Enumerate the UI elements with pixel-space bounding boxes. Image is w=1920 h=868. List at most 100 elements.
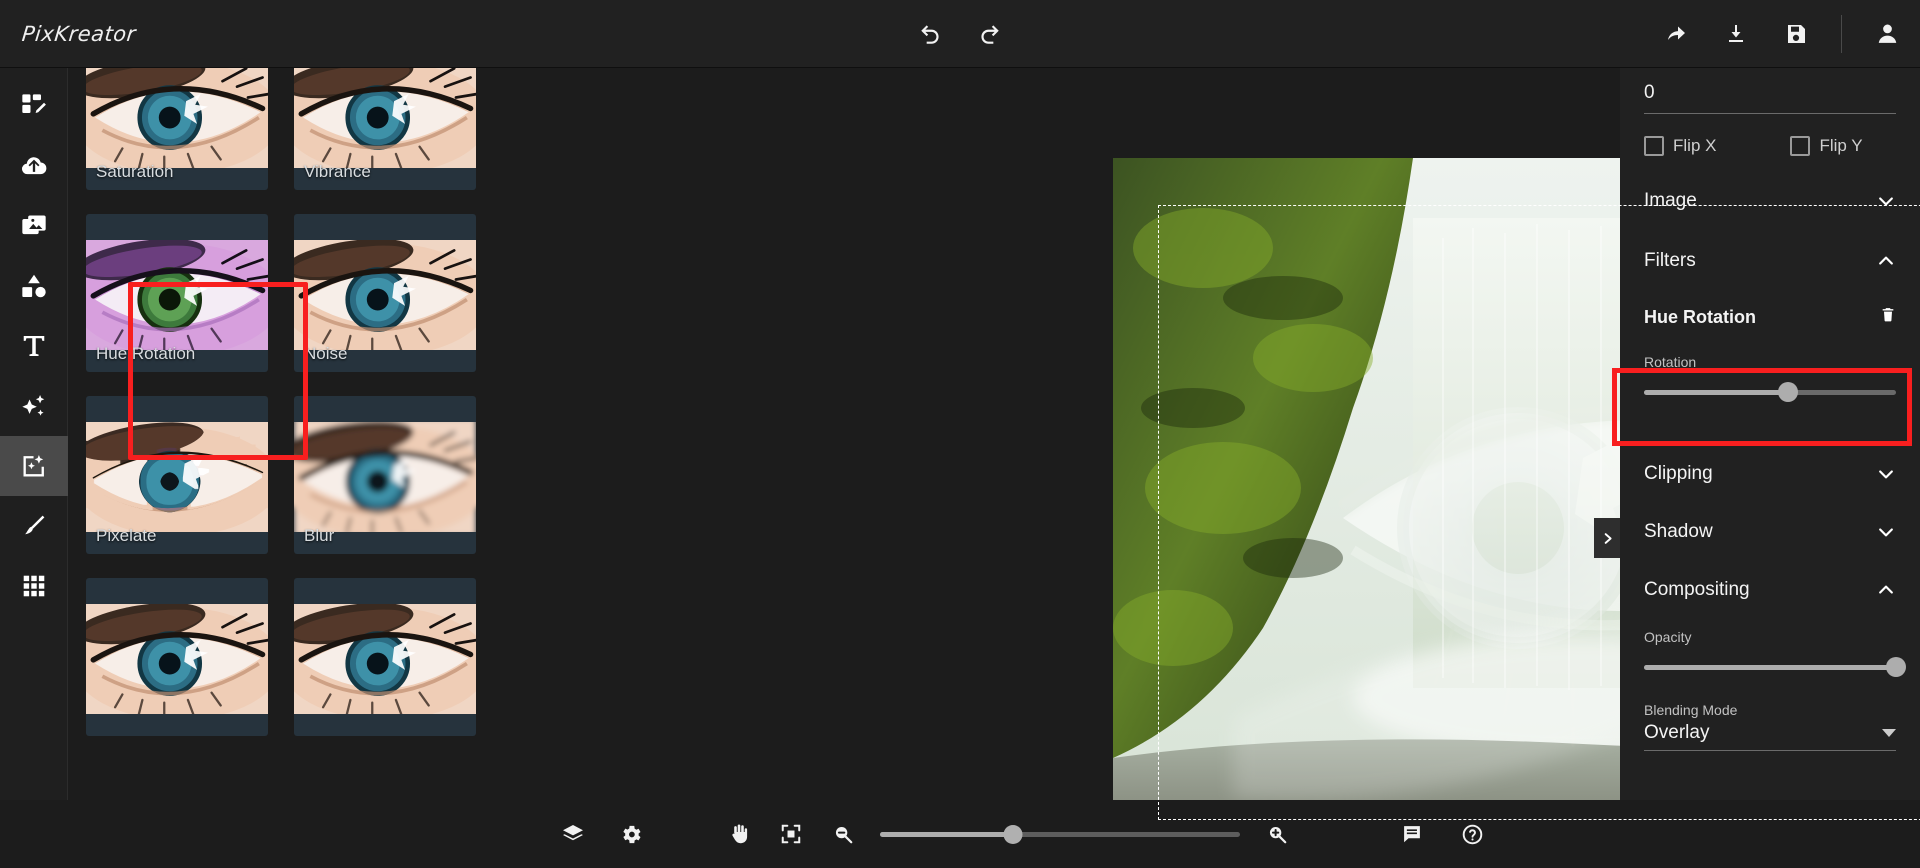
- rail-item-more[interactable]: [0, 556, 68, 616]
- chevron-down-icon: [1876, 522, 1896, 542]
- filter-card-vibrance[interactable]: Vibrance: [294, 68, 476, 190]
- slider-fill: [1644, 664, 1896, 670]
- blending-mode-label: Blending Mode: [1644, 702, 1738, 718]
- gear-icon[interactable]: [616, 819, 646, 849]
- blending-mode-value: Overlay: [1644, 722, 1710, 743]
- section-filters-label: Filters: [1644, 250, 1696, 271]
- canvas-area[interactable]: [516, 68, 1920, 868]
- filter-card-blur[interactable]: Blur: [294, 396, 476, 554]
- trash-icon[interactable]: [1880, 306, 1896, 328]
- checkbox-box: [1790, 136, 1811, 156]
- rail-item-text[interactable]: [0, 316, 68, 376]
- filter-thumbnail: [86, 604, 268, 714]
- workspace: Saturation Vibrance Hue Rotation Noise P…: [0, 68, 1920, 868]
- flip-controls: Flip X Flip Y: [1644, 136, 1896, 156]
- slider-thumb[interactable]: [1777, 382, 1798, 402]
- checkbox-box: [1644, 136, 1664, 156]
- filter-card-hue-rotation[interactable]: Hue Rotation: [86, 214, 268, 372]
- flip-y-checkbox[interactable]: Flip Y: [1790, 136, 1863, 156]
- section-image[interactable]: Image: [1644, 190, 1896, 212]
- opacity-slider[interactable]: [1644, 654, 1906, 680]
- bottom-toolbar: [0, 800, 1920, 868]
- help-icon[interactable]: [1457, 819, 1487, 849]
- filter-card-7[interactable]: [86, 578, 268, 736]
- filter-card-label: Vibrance: [304, 162, 371, 181]
- blending-mode-control: Blending Mode Overlay: [1644, 702, 1896, 751]
- redo-button[interactable]: [974, 19, 1004, 49]
- zoom-in-icon[interactable]: [1262, 819, 1292, 849]
- layers-icon[interactable]: [558, 819, 588, 849]
- chevron-right-icon[interactable]: [1594, 518, 1620, 558]
- filter-thumbnail: [294, 604, 476, 714]
- section-compositing-label: Compositing: [1644, 579, 1750, 600]
- filter-card-label: Hue Rotation: [96, 344, 196, 363]
- comment-icon[interactable]: [1397, 819, 1427, 849]
- download-button[interactable]: [1721, 19, 1751, 49]
- opacity-control: Opacity: [1644, 629, 1906, 680]
- undo-button[interactable]: [916, 19, 946, 49]
- rotation-label: Rotation: [1644, 354, 1697, 370]
- chevron-up-icon: [1876, 251, 1896, 271]
- blending-mode-select[interactable]: Overlay: [1644, 722, 1896, 751]
- rail-item-templates[interactable]: [0, 76, 68, 136]
- properties-panel: 0 Flip X Flip Y Image Filters Hue Rotati…: [1620, 68, 1920, 800]
- slider-thumb[interactable]: [1003, 824, 1023, 844]
- filter-card-saturation[interactable]: Saturation: [86, 68, 268, 190]
- flip-y-label: Flip Y: [1819, 136, 1863, 155]
- filter-card-label: Pixelate: [96, 526, 157, 545]
- header-divider: [1841, 14, 1842, 53]
- rail-item-effects[interactable]: [0, 376, 68, 436]
- rotation-slider[interactable]: [1644, 379, 1896, 405]
- header-actions: [1661, 0, 1902, 67]
- filter-card-noise[interactable]: Noise: [294, 214, 476, 372]
- filter-thumbnail: [86, 422, 268, 532]
- account-button[interactable]: [1872, 19, 1902, 49]
- save-button[interactable]: [1781, 19, 1811, 49]
- filter-card-label: Saturation: [96, 162, 174, 181]
- slider-fill: [880, 831, 1014, 837]
- rotation-value-field[interactable]: 0: [1644, 82, 1896, 114]
- hand-icon[interactable]: [724, 819, 754, 849]
- filter-card-label: Blur: [304, 526, 335, 545]
- zoom-slider[interactable]: [880, 822, 1240, 846]
- filter-card-label: Noise: [304, 344, 348, 363]
- chevron-down-icon: [1876, 191, 1896, 211]
- bottom-right-group: [1397, 819, 1487, 849]
- flip-x-checkbox[interactable]: Flip X: [1644, 136, 1716, 156]
- chevron-down-icon: [1876, 464, 1896, 484]
- section-image-label: Image: [1644, 190, 1697, 211]
- filter-thumbnail: [294, 422, 476, 532]
- rail-item-uploads[interactable]: [0, 136, 68, 196]
- filter-card-8[interactable]: [294, 578, 476, 736]
- active-filter-name: Hue Rotation: [1644, 306, 1756, 327]
- rail-item-photo-effects[interactable]: [0, 436, 68, 496]
- app-header: PixKreator: [0, 0, 1920, 68]
- rail-item-elements[interactable]: [0, 256, 68, 316]
- share-button[interactable]: [1661, 19, 1691, 49]
- bottom-left-group: [558, 819, 646, 849]
- section-compositing[interactable]: Compositing: [1644, 579, 1896, 601]
- slider-fill: [1644, 389, 1788, 395]
- slider-thumb[interactable]: [1886, 657, 1906, 677]
- tool-rail: [0, 68, 68, 800]
- caret-down-icon: [1882, 729, 1896, 737]
- section-clipping-label: Clipping: [1644, 463, 1713, 484]
- section-filters[interactable]: Filters: [1644, 250, 1896, 272]
- filter-thumbnail: [294, 68, 476, 168]
- rail-item-photos[interactable]: [0, 196, 68, 256]
- section-shadow[interactable]: Shadow: [1644, 521, 1896, 543]
- zoom-out-icon[interactable]: [828, 819, 858, 849]
- section-clipping[interactable]: Clipping: [1644, 463, 1896, 485]
- opacity-label: Opacity: [1644, 629, 1692, 645]
- header-history-controls: [916, 0, 1004, 67]
- app-logo: PixKreator: [20, 21, 138, 46]
- rail-item-draw[interactable]: [0, 496, 68, 556]
- filter-card-pixelate[interactable]: Pixelate: [86, 396, 268, 554]
- flip-x-label: Flip X: [1673, 136, 1717, 155]
- chevron-up-icon: [1876, 580, 1896, 600]
- section-shadow-label: Shadow: [1644, 521, 1713, 542]
- bottom-zoom-group: [724, 819, 1292, 849]
- fit-screen-icon[interactable]: [776, 819, 806, 849]
- filter-gallery[interactable]: Saturation Vibrance Hue Rotation Noise P…: [68, 68, 516, 800]
- rotation-control: Rotation: [1644, 354, 1896, 405]
